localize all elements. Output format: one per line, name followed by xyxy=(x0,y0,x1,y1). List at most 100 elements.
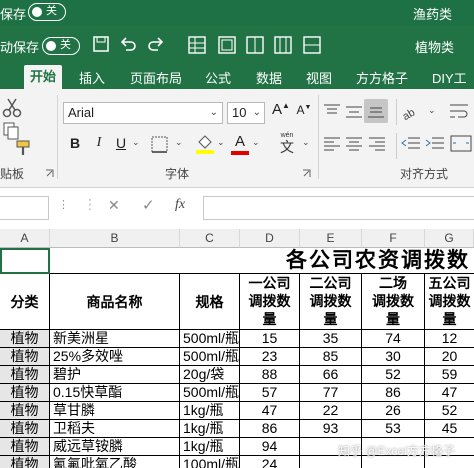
column-header-a[interactable]: A xyxy=(0,229,50,248)
autosave-toggle-2[interactable]: 关 xyxy=(42,37,80,55)
column-header-f[interactable]: F xyxy=(362,229,425,248)
tab-insert[interactable]: 插入 xyxy=(79,68,105,87)
cell-company-2[interactable]: 22 xyxy=(300,402,362,420)
undo-icon[interactable] xyxy=(120,36,136,52)
font-size-input[interactable]: 10 ⌄ xyxy=(227,102,265,124)
tab-data[interactable]: 数据 xyxy=(256,68,282,87)
format-painter-icon[interactable] xyxy=(14,139,32,159)
redo-icon[interactable] xyxy=(148,36,164,52)
drag-handle-icon[interactable]: ⋮ xyxy=(58,198,69,211)
align-top-icon[interactable] xyxy=(322,103,342,121)
increase-font-icon[interactable]: A▲ xyxy=(270,101,292,123)
cell-product[interactable]: 25%多效唑 xyxy=(50,348,180,366)
chevron-down-icon[interactable]: ⌄ xyxy=(252,137,260,148)
cell-category[interactable]: 植物 xyxy=(0,420,50,438)
confirm-icon[interactable]: ✓ xyxy=(142,196,155,214)
align-bottom-selected[interactable] xyxy=(364,99,388,123)
column-header-g[interactable]: G xyxy=(425,229,474,248)
selected-cell-a1[interactable] xyxy=(0,248,50,274)
increase-indent-icon[interactable] xyxy=(424,135,446,153)
tab-home[interactable]: 开始 xyxy=(24,65,63,89)
cell-product[interactable]: 碧护 xyxy=(50,366,180,384)
column-header-b[interactable]: B xyxy=(50,229,180,248)
merge-icon[interactable] xyxy=(246,36,264,54)
cell-spec[interactable]: 500ml/瓶 xyxy=(180,348,240,366)
cell-farm-2[interactable]: 53 xyxy=(362,420,425,438)
cell-spec[interactable]: 1kg/瓶 xyxy=(180,438,240,456)
font-launcher-icon[interactable] xyxy=(302,169,311,178)
tab-fangfang[interactable]: 方方格子 xyxy=(356,68,408,87)
cell-category[interactable]: 植物 xyxy=(0,438,50,456)
cell-product[interactable]: 草甘膦 xyxy=(50,402,180,420)
columns-icon[interactable] xyxy=(274,36,292,54)
font-name-input[interactable]: Arial ⌄ xyxy=(63,102,223,124)
cell-company-5[interactable]: 20 xyxy=(425,348,474,366)
chevron-down-icon[interactable]: ⌄ xyxy=(302,137,310,148)
cell-category[interactable]: 植物 xyxy=(0,456,50,468)
cell-spec[interactable]: 1kg/瓶 xyxy=(180,402,240,420)
cell-company-2[interactable]: 85 xyxy=(300,348,362,366)
insert-function-icon[interactable]: fx xyxy=(175,197,185,213)
tab-page-layout[interactable]: 页面布局 xyxy=(130,68,182,87)
wrap-text-icon[interactable] xyxy=(448,101,472,123)
table-icon[interactable] xyxy=(188,36,206,54)
chevron-down-icon[interactable]: ⌄ xyxy=(428,105,436,116)
cell-spec[interactable]: 100ml/瓶 xyxy=(180,456,240,468)
align-right-icon[interactable] xyxy=(367,135,387,153)
cell-spec[interactable]: 500ml/瓶 xyxy=(180,330,240,348)
clipboard-launcher-icon[interactable] xyxy=(45,169,54,178)
cell-category[interactable]: 植物 xyxy=(0,348,50,366)
cell-spec[interactable]: 20g/袋 xyxy=(180,366,240,384)
italic-icon[interactable]: I xyxy=(89,135,109,151)
cell-company-5[interactable]: 12 xyxy=(425,330,474,348)
cell-company-1[interactable]: 94 xyxy=(240,438,300,456)
cell-farm-2[interactable]: 26 xyxy=(362,402,425,420)
chevron-down-icon[interactable]: ⌄ xyxy=(132,137,140,148)
formula-input[interactable] xyxy=(203,196,474,220)
copy-icon[interactable] xyxy=(2,121,22,141)
tab-formulas[interactable]: 公式 xyxy=(205,68,231,87)
cell-product[interactable]: 威远草铵膦 xyxy=(50,438,180,456)
cell-company-1[interactable]: 57 xyxy=(240,384,300,402)
cell-product[interactable]: 氰氟吡氧乙酸 xyxy=(50,456,180,468)
cell-company-2[interactable]: 77 xyxy=(300,384,362,402)
cell-company-2[interactable]: 35 xyxy=(300,330,362,348)
cell-style-icon[interactable] xyxy=(218,36,236,54)
cell-company-1[interactable]: 15 xyxy=(240,330,300,348)
cell-company-2[interactable]: 93 xyxy=(300,420,362,438)
cell-category[interactable]: 植物 xyxy=(0,402,50,420)
save-icon[interactable] xyxy=(93,36,109,52)
underline-icon[interactable]: U xyxy=(111,135,131,151)
cut-icon[interactable] xyxy=(2,97,24,119)
align-center-icon[interactable] xyxy=(344,135,364,153)
cell-category[interactable]: 植物 xyxy=(0,366,50,384)
cell-company-1[interactable]: 23 xyxy=(240,348,300,366)
chevron-down-icon[interactable]: ⌄ xyxy=(175,137,183,148)
fill-color-icon[interactable] xyxy=(194,133,216,155)
decrease-font-icon[interactable]: A▼ xyxy=(294,103,314,125)
align-middle-icon[interactable] xyxy=(344,103,364,121)
cell-spec[interactable]: 500ml/瓶 xyxy=(180,384,240,402)
cell-company-1[interactable]: 86 xyxy=(240,420,300,438)
merge-center-icon[interactable] xyxy=(450,133,472,155)
name-box[interactable] xyxy=(0,196,49,220)
cell-company-5[interactable]: 59 xyxy=(425,366,474,384)
column-header-d[interactable]: D xyxy=(240,229,300,248)
cell-company-1[interactable]: 88 xyxy=(240,366,300,384)
autosave-toggle[interactable]: 关 xyxy=(28,3,66,21)
chevron-down-icon[interactable]: ⌄ xyxy=(217,137,225,148)
cell-category[interactable]: 植物 xyxy=(0,330,50,348)
column-header-e[interactable]: E xyxy=(300,229,362,248)
borders-icon[interactable] xyxy=(150,135,172,155)
cell-category[interactable]: 植物 xyxy=(0,384,50,402)
worksheet-grid[interactable]: 各公司农资调拨数 分类 商品名称 规格 一公司 调拨数量 二公司 调拨数量 二场 调拨… xyxy=(0,248,474,468)
decrease-indent-icon[interactable] xyxy=(400,135,422,153)
cell-farm-2[interactable]: 74 xyxy=(362,330,425,348)
cell-farm-2[interactable]: 30 xyxy=(362,348,425,366)
cell-company-5[interactable]: 45 xyxy=(425,420,474,438)
cell-company-5[interactable]: 47 xyxy=(425,384,474,402)
cell-company-5[interactable]: 52 xyxy=(425,402,474,420)
column-header-c[interactable]: C xyxy=(180,229,240,248)
bold-icon[interactable]: B xyxy=(65,135,85,151)
cell-product[interactable]: 卫稻夫 xyxy=(50,420,180,438)
